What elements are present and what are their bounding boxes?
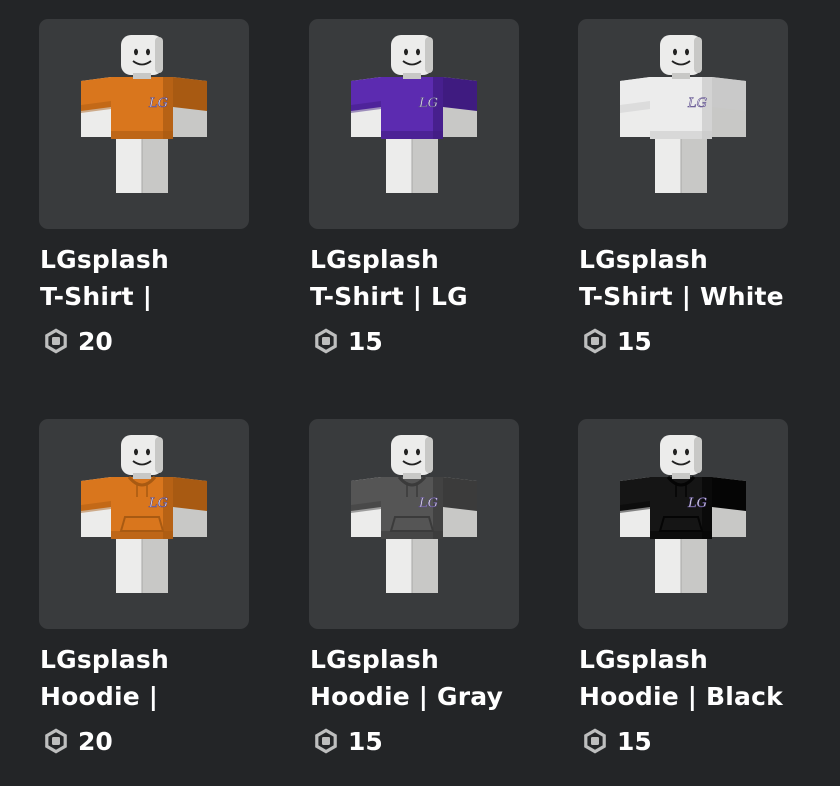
avatar-image: LG: [81, 435, 207, 593]
robux-icon: [581, 327, 609, 355]
price-value: 15: [348, 326, 383, 356]
item-name[interactable]: LGsplash T-Shirt | LG: [310, 241, 526, 315]
robux-icon: [42, 327, 70, 355]
avatar-image: LG: [351, 435, 477, 593]
price-value: 20: [78, 326, 113, 356]
price-value: 15: [617, 326, 652, 356]
item-card[interactable]: LG LGsplash T-Shirt | LG 15: [309, 19, 525, 379]
item-thumbnail[interactable]: LG: [39, 19, 249, 229]
catalog-grid: LG LGsplash T-Shirt | 20 LG LGsplash T-S…: [0, 0, 840, 786]
item-name[interactable]: LGsplash Hoodie | Gray: [310, 641, 526, 715]
robux-icon: [312, 727, 340, 755]
price-value: 20: [78, 726, 113, 756]
price-value: 15: [617, 726, 652, 756]
item-price: 20: [42, 322, 113, 360]
price-value: 15: [348, 726, 383, 756]
item-name[interactable]: LGsplash Hoodie | Black: [579, 641, 795, 715]
avatar-image: LG: [620, 435, 746, 593]
item-thumbnail[interactable]: LG: [309, 19, 519, 229]
robux-icon: [312, 327, 340, 355]
svg-text:LG: LG: [418, 496, 438, 511]
robux-icon: [42, 727, 70, 755]
item-price: 15: [581, 322, 652, 360]
item-price: 15: [312, 722, 383, 760]
svg-text:LG: LG: [148, 96, 168, 111]
item-card[interactable]: LG LGsplash Hoodie | Gray 15: [309, 419, 525, 779]
item-thumbnail[interactable]: LG: [309, 419, 519, 629]
item-card[interactable]: LG LGsplash Hoodie | 20: [39, 419, 255, 779]
item-price: 15: [312, 322, 383, 360]
svg-text:LG: LG: [687, 96, 707, 111]
item-thumbnail[interactable]: LG: [578, 419, 788, 629]
avatar-image: LG: [620, 35, 746, 193]
svg-text:LG: LG: [418, 96, 438, 111]
item-thumbnail[interactable]: LG: [39, 419, 249, 629]
item-card[interactable]: LG LGsplash T-Shirt | White 15: [578, 19, 794, 379]
avatar-image: LG: [81, 35, 207, 193]
item-card[interactable]: LG LGsplash Hoodie | Black 15: [578, 419, 794, 779]
avatar-image: LG: [351, 35, 477, 193]
robux-icon: [581, 727, 609, 755]
svg-text:LG: LG: [148, 496, 168, 511]
item-card[interactable]: LG LGsplash T-Shirt | 20: [39, 19, 255, 379]
item-thumbnail[interactable]: LG: [578, 19, 788, 229]
item-name[interactable]: LGsplash T-Shirt | White: [579, 241, 795, 315]
svg-text:LG: LG: [687, 496, 707, 511]
item-price: 15: [581, 722, 652, 760]
item-price: 20: [42, 722, 113, 760]
item-name[interactable]: LGsplash Hoodie |: [40, 641, 256, 715]
item-name[interactable]: LGsplash T-Shirt |: [40, 241, 256, 315]
